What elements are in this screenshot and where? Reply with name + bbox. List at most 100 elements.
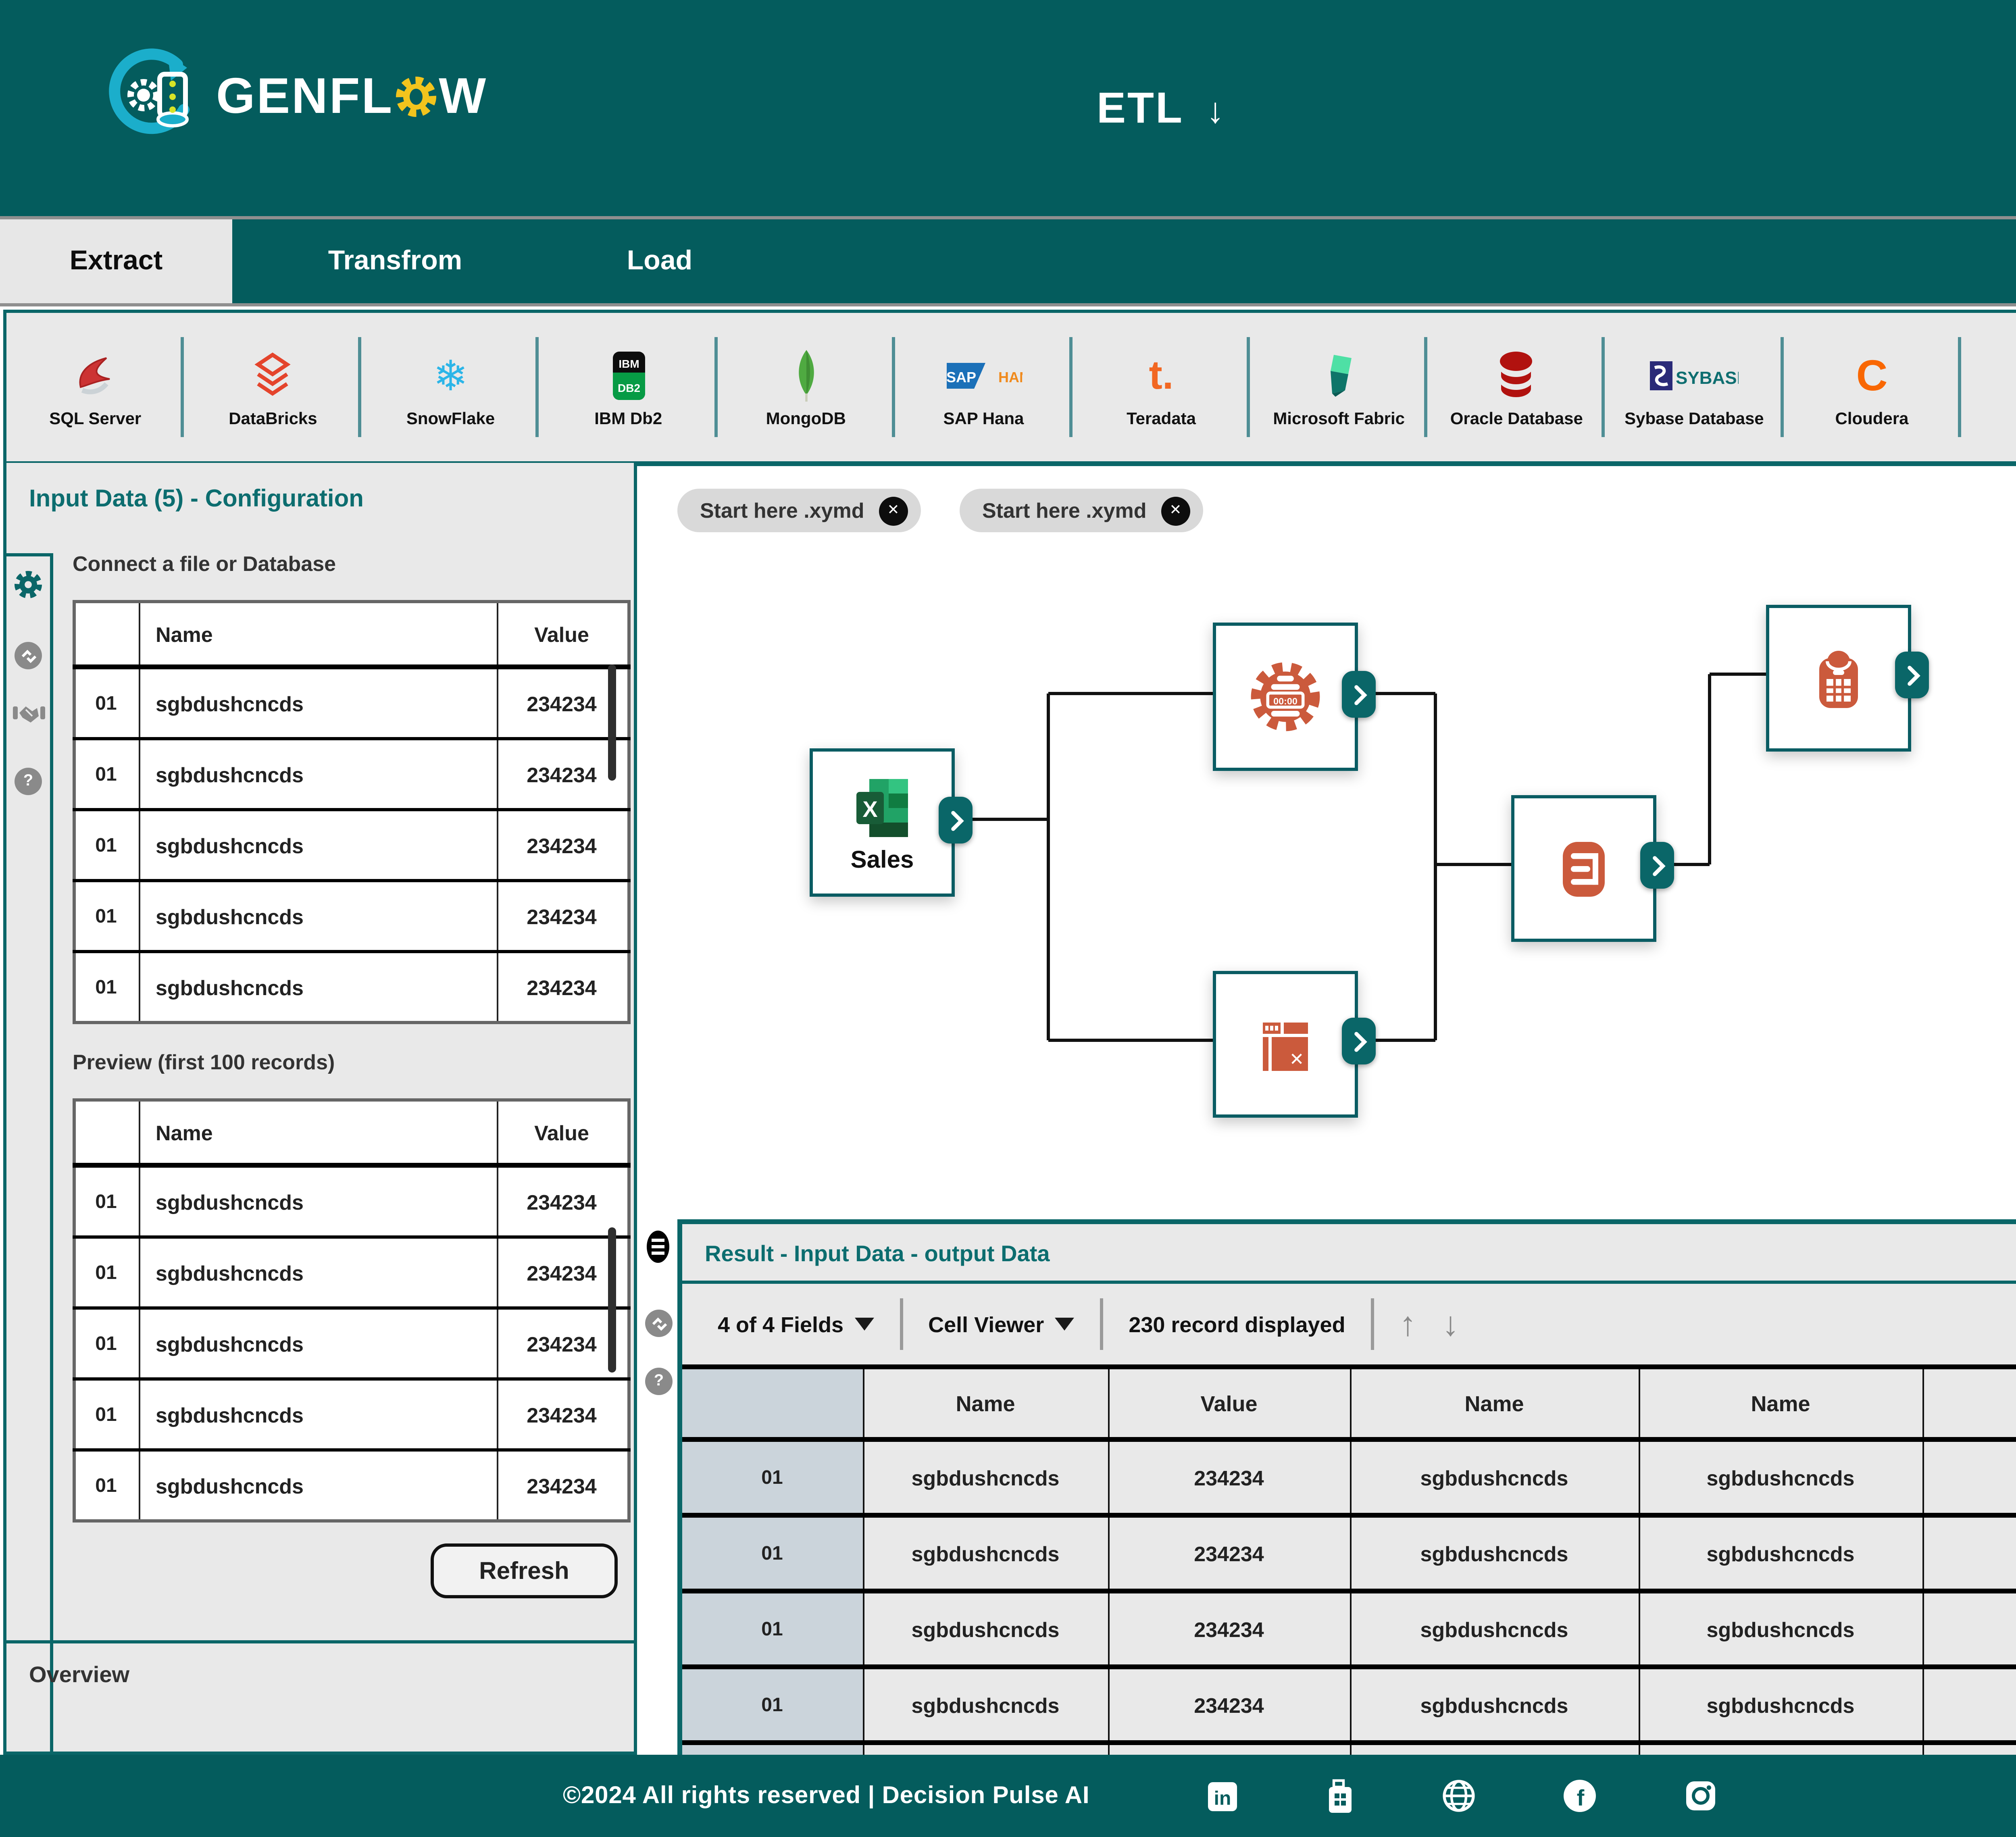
browser-window-icon: ✕ bbox=[1250, 1009, 1321, 1080]
toolbar-divider bbox=[1100, 1298, 1103, 1350]
settings-gear-icon[interactable] bbox=[13, 569, 44, 608]
preview-table-scrollbar[interactable] bbox=[608, 1227, 616, 1373]
table-header-row: Name Value bbox=[74, 1100, 629, 1165]
table-cell: sgbdushcncds bbox=[1639, 1439, 1922, 1515]
connector-oracle-database[interactable]: Oracle Database bbox=[1428, 313, 1606, 461]
table-cell: sgbdushcncds bbox=[1639, 1667, 1922, 1743]
table-row[interactable]: 01sgbdushcncds234234 bbox=[74, 1450, 629, 1521]
table-cell: sgbdushcncds bbox=[1350, 1743, 1639, 1755]
result-menu-icon[interactable] bbox=[647, 1231, 669, 1263]
refresh-button[interactable]: Refresh bbox=[431, 1543, 618, 1598]
instagram-icon[interactable] bbox=[1683, 1779, 1717, 1813]
microsoft-fabric-icon bbox=[1321, 345, 1357, 406]
app-window: GENFL W ETL↓ Admin Extract Transfrom Loa… bbox=[0, 0, 2016, 1837]
svg-text:00:00: 00:00 bbox=[1273, 696, 1297, 706]
svg-text:✕: ✕ bbox=[1289, 1049, 1304, 1068]
connector-mongodb[interactable]: MongoDB bbox=[717, 313, 895, 461]
node-report-clipboard[interactable] bbox=[1766, 605, 1911, 752]
title-dropdown-arrow-icon[interactable]: ↓ bbox=[1206, 90, 1226, 131]
table-row[interactable]: 01sgbdushcncds234234 bbox=[74, 881, 629, 952]
node-merge-list[interactable] bbox=[1511, 795, 1656, 942]
help-icon[interactable]: ? bbox=[645, 1368, 673, 1395]
tab-transform[interactable]: Transfrom bbox=[232, 219, 558, 303]
gear-clock-icon: 00:00 bbox=[1245, 656, 1326, 737]
sql-server-icon bbox=[71, 345, 119, 406]
oracle-database-icon bbox=[1495, 345, 1537, 406]
table-row[interactable]: 01sgbdushcncds234234sgbdushcncdssgbdushc… bbox=[682, 1743, 2016, 1755]
scroll-down-arrow-icon[interactable]: ↓ bbox=[1442, 1307, 1459, 1341]
globe-icon[interactable] bbox=[1441, 1779, 1475, 1813]
table-cell: sgbdushcncds bbox=[139, 1308, 497, 1379]
table-row[interactable]: 01sgbdushcncds234234 bbox=[74, 1379, 629, 1450]
config-table-scrollbar[interactable] bbox=[608, 664, 616, 781]
table-cell: sgbdushcncds bbox=[139, 1165, 497, 1237]
facebook-icon[interactable]: f bbox=[1562, 1779, 1596, 1813]
connector-sql-server[interactable]: SQL Server bbox=[6, 313, 184, 461]
table-row[interactable]: 01sgbdushcncds234234sgbdushcncdssgbdushc… bbox=[682, 1515, 2016, 1591]
connector-teradata[interactable]: t. Teradata bbox=[1073, 313, 1250, 461]
list-document-icon bbox=[1548, 833, 1619, 904]
briefcase-icon[interactable] bbox=[1325, 1778, 1354, 1814]
table-row[interactable]: 01sgbdushcncds234234sgbdushcncdssgbdushc… bbox=[682, 1667, 2016, 1743]
link-icon[interactable] bbox=[645, 1310, 673, 1337]
connector-ibm-db2[interactable]: IBM DB2 IBM Db2 bbox=[539, 313, 717, 461]
table-cell: 234234 bbox=[497, 1165, 629, 1237]
connector-sap-hana[interactable]: SAP HANA SAP Hana bbox=[895, 313, 1073, 461]
node-output-chevron-button[interactable] bbox=[1640, 842, 1674, 889]
table-row[interactable]: 01sgbdushcncds234234 bbox=[74, 1165, 629, 1237]
table-cell: sgbdushcncds bbox=[1922, 1591, 2016, 1667]
result-toolbar: 4 of 4 Fields Cell Viewer 230 record dis… bbox=[682, 1284, 2016, 1364]
svg-text:X: X bbox=[862, 796, 877, 821]
table-cell: sgbdushcncds bbox=[863, 1591, 1108, 1667]
tab-extract[interactable]: Extract bbox=[0, 219, 232, 303]
node-output-chevron-button[interactable] bbox=[939, 797, 973, 844]
table-row[interactable]: 01sgbdushcncds234234sgbdushcncdssgbdushc… bbox=[682, 1591, 2016, 1667]
config-table-wrapper: Name Value 01sgbdushcncds23423401sgbdush… bbox=[73, 600, 621, 1024]
table-cell: 01 bbox=[74, 952, 139, 1023]
table-row[interactable]: 01sgbdushcncds234234sgbdushcncdssgbdushc… bbox=[682, 1439, 2016, 1515]
svg-text:in: in bbox=[1213, 1787, 1231, 1808]
page-title[interactable]: ETL↓ bbox=[0, 84, 2016, 134]
help-icon[interactable]: ? bbox=[15, 768, 42, 795]
node-output-chevron-button[interactable] bbox=[1342, 671, 1376, 718]
scroll-up-arrow-icon[interactable]: ↑ bbox=[1400, 1307, 1416, 1341]
table-row[interactable]: 01sgbdushcncds234234 bbox=[74, 1308, 629, 1379]
node-sales-excel-source[interactable]: X Sales bbox=[810, 748, 955, 897]
node-transform-scheduler[interactable]: 00:00 bbox=[1213, 623, 1358, 771]
connector-snowflake[interactable]: ❄ SnowFlake bbox=[362, 313, 539, 461]
table-row[interactable]: 01sgbdushcncds234234 bbox=[74, 810, 629, 881]
fields-dropdown[interactable]: 4 of 4 Fields bbox=[718, 1312, 874, 1336]
svg-text:IBM: IBM bbox=[618, 358, 639, 370]
table-row[interactable]: 01sgbdushcncds234234 bbox=[74, 739, 629, 810]
table-row[interactable]: 01sgbdushcncds234234 bbox=[74, 1237, 629, 1308]
table-row[interactable]: 01sgbdushcncds234234 bbox=[74, 667, 629, 739]
etl-tab-bar: Extract Transfrom Load bbox=[0, 216, 2016, 306]
app-footer: ©2024 All rights reserved | Decision Pul… bbox=[0, 1755, 2016, 1837]
databricks-icon bbox=[252, 345, 294, 406]
link-icon[interactable] bbox=[15, 642, 42, 669]
records-displayed-label: 230 record displayed bbox=[1129, 1312, 1345, 1336]
table-cell: sgbdushcncds bbox=[1639, 1743, 1922, 1755]
table-cell: sgbdushcncds bbox=[1922, 1515, 2016, 1591]
table-cell: 01 bbox=[74, 1237, 139, 1308]
connector-cloudera[interactable]: C Cloudera bbox=[1783, 313, 1961, 461]
connector-aws[interactable]: aws AWS bbox=[1961, 313, 2016, 461]
node-output-chevron-button[interactable] bbox=[1895, 652, 1929, 698]
node-output-chevron-button[interactable] bbox=[1342, 1018, 1376, 1064]
cell-viewer-dropdown[interactable]: Cell Viewer bbox=[928, 1312, 1075, 1336]
linkedin-icon[interactable]: in bbox=[1206, 1780, 1238, 1812]
table-cell: sgbdushcncds bbox=[1350, 1591, 1639, 1667]
table-cell: sgbdushcncds bbox=[139, 810, 497, 881]
table-row[interactable]: 01sgbdushcncds234234 bbox=[74, 952, 629, 1023]
connector-databricks[interactable]: DataBricks bbox=[184, 313, 362, 461]
table-header-row: Name Value Name Name Name bbox=[682, 1367, 2016, 1439]
tab-load[interactable]: Load bbox=[558, 219, 761, 303]
connector-microsoft-fabric[interactable]: Microsoft Fabric bbox=[1250, 313, 1428, 461]
overview-section-label: Overview bbox=[6, 1640, 634, 1687]
result-table: Name Value Name Name Name 01sgbdushcncds… bbox=[682, 1364, 2016, 1755]
node-data-cleanup[interactable]: ✕ bbox=[1213, 971, 1358, 1118]
handshake-icon[interactable] bbox=[12, 703, 44, 734]
connector-sybase-database[interactable]: SYBASE Sybase Database bbox=[1606, 313, 1783, 461]
result-panel: Result - Input Data - output Data 4 of 4… bbox=[677, 1219, 2016, 1755]
table-cell: sgbdushcncds bbox=[863, 1743, 1108, 1755]
